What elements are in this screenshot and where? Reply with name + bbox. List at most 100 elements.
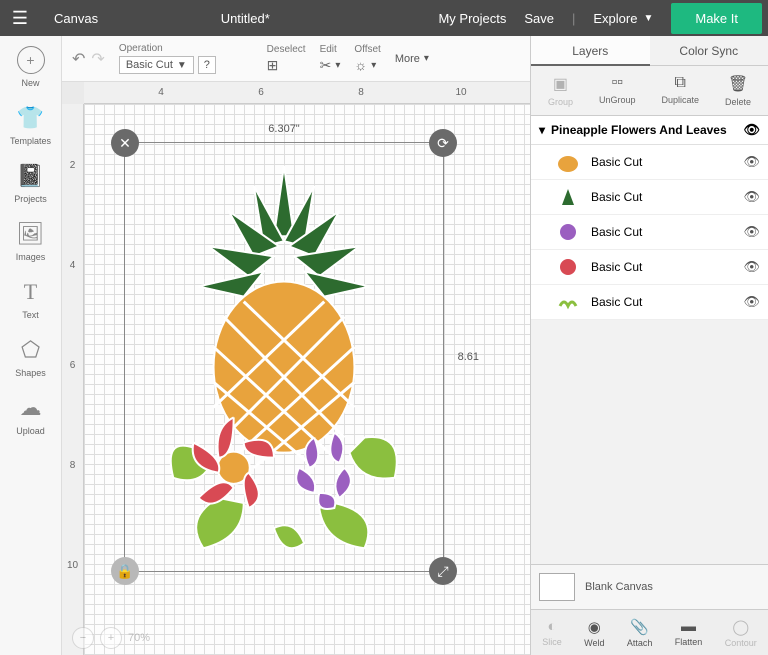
undo-button[interactable]: ↶ — [72, 49, 85, 69]
explore-dropdown[interactable]: Explore ▼ — [593, 11, 653, 26]
group-name: Pineapple Flowers And Leaves — [551, 123, 727, 137]
layer-thumb — [555, 151, 581, 173]
operation-group: Operation Basic Cut ▼ ? — [119, 43, 216, 74]
visibility-toggle[interactable]: 👁 — [743, 154, 760, 170]
sidebar-item-templates[interactable]: 👕 Templates — [10, 104, 51, 146]
sidebar-item-images[interactable]: 🖼 Images — [16, 220, 46, 262]
weld-button[interactable]: ◉Weld — [584, 618, 604, 648]
ungroup-icon: ▫▫ — [612, 74, 623, 92]
sidebar-item-upload[interactable]: ☁ Upload — [16, 394, 45, 436]
slice-button[interactable]: ◐ Slice — [542, 618, 562, 647]
sidebar-item-shapes[interactable]: ⬠ Shapes — [15, 336, 46, 378]
selection-width: 6.307" — [268, 123, 299, 135]
duplicate-button[interactable]: ⧉Duplicate — [661, 74, 699, 107]
right-tabs: Layers Color Sync — [531, 36, 768, 66]
layer-label: Basic Cut — [591, 260, 642, 274]
group-button[interactable]: ▣Group — [548, 74, 573, 107]
action-label: UnGroup — [599, 95, 636, 105]
ruler-vertical: 2 4 6 8 10 — [62, 104, 84, 655]
ruler-tick: 4 — [136, 82, 186, 103]
menu-icon[interactable]: ☰ — [0, 8, 40, 29]
visibility-toggle[interactable]: 👁 — [743, 122, 760, 138]
duplicate-icon: ⧉ — [675, 74, 686, 92]
tab-color-sync[interactable]: Color Sync — [650, 36, 768, 66]
notebook-icon: 📓 — [16, 162, 44, 190]
operation-select[interactable]: Basic Cut ▼ — [119, 56, 194, 74]
text-icon: T — [17, 278, 45, 306]
sun-icon: ☼ — [354, 57, 367, 73]
ruler-tick: 8 — [336, 82, 386, 103]
app-name: Canvas — [40, 11, 112, 26]
offset-group[interactable]: Offset ☼ ▾ — [354, 44, 381, 73]
document-title[interactable]: Untitled* — [112, 11, 438, 26]
ruler-tick: 8 — [62, 440, 83, 490]
sidebar-item-label: Text — [22, 310, 39, 320]
ruler-tick: 4 — [62, 240, 83, 290]
flatten-button[interactable]: ▬Flatten — [675, 618, 703, 647]
zoom-out-button[interactable]: − — [72, 627, 94, 649]
zoom-controls: − + 70% — [72, 627, 150, 649]
layer-group-header[interactable]: ▾ Pineapple Flowers And Leaves 👁 — [531, 116, 768, 145]
zoom-in-button[interactable]: + — [100, 627, 122, 649]
layer-actions: ▣Group ▫▫ UnGroup ⧉Duplicate 🗑 Delete — [531, 66, 768, 116]
canvas-color-picker[interactable]: Blank Canvas — [531, 564, 768, 609]
attach-button[interactable]: 📎Attach — [627, 618, 653, 648]
trash-icon: 🗑 — [728, 74, 748, 94]
sidebar-item-text[interactable]: T Text — [17, 278, 45, 320]
action-label: Weld — [584, 638, 604, 648]
more-dropdown[interactable]: More ▾ — [395, 53, 429, 65]
attach-icon: 📎 — [630, 618, 649, 636]
sidebar-item-label: Images — [16, 252, 46, 262]
sidebar-item-label: Templates — [10, 136, 51, 146]
offset-label: Offset — [354, 44, 381, 55]
selection-box[interactable]: 6.307" 8.61 ✕ ⟳ 🔒 ⤢ — [124, 142, 444, 572]
help-button[interactable]: ? — [198, 56, 216, 74]
ruler-tick: 10 — [436, 82, 486, 103]
ruler-tick: 6 — [236, 82, 286, 103]
action-label: Delete — [725, 97, 751, 107]
chevron-down-icon: ▼ — [643, 13, 653, 24]
deselect-label: Deselect — [267, 44, 306, 55]
main: + New 👕 Templates 📓 Projects 🖼 Images T … — [0, 36, 768, 655]
swatch-icon — [539, 573, 575, 601]
contour-button[interactable]: ◯Contour — [725, 618, 757, 648]
ruler-tick: 6 — [62, 340, 83, 390]
redo-button[interactable]: ↷ — [91, 49, 104, 69]
slice-icon: ◐ — [547, 618, 556, 635]
layer-item[interactable]: Basic Cut 👁 — [531, 180, 768, 215]
visibility-toggle[interactable]: 👁 — [743, 294, 760, 310]
layer-thumb — [555, 256, 581, 278]
action-label: Slice — [542, 637, 562, 647]
layer-thumb — [555, 291, 581, 313]
divider: | — [572, 11, 575, 26]
sidebar-item-label: Shapes — [15, 368, 46, 378]
edit-group[interactable]: Edit ✂▾ — [320, 44, 341, 74]
left-sidebar: + New 👕 Templates 📓 Projects 🖼 Images T … — [0, 36, 62, 655]
tab-layers[interactable]: Layers — [531, 36, 650, 66]
visibility-toggle[interactable]: 👁 — [743, 259, 760, 275]
canvas-wrap[interactable]: 4 6 8 10 2 4 6 8 10 — [62, 82, 530, 655]
layer-item[interactable]: Basic Cut 👁 — [531, 285, 768, 320]
right-panel: Layers Color Sync ▣Group ▫▫ UnGroup ⧉Dupl… — [530, 36, 768, 655]
undo-redo: ↶ ↷ — [72, 49, 105, 69]
chevron-down-icon: ▾ — [424, 53, 429, 64]
deselect-group[interactable]: Deselect ⊞ — [267, 44, 306, 74]
sidebar-item-label: Upload — [16, 426, 45, 436]
layer-label: Basic Cut — [591, 155, 642, 169]
sidebar-item-new[interactable]: + New — [17, 46, 45, 88]
my-projects-link[interactable]: My Projects — [438, 11, 506, 26]
ungroup-button[interactable]: ▫▫ UnGroup — [599, 74, 636, 107]
more-label: More — [395, 53, 420, 65]
delete-button[interactable]: 🗑 Delete — [725, 74, 751, 107]
layer-item[interactable]: Basic Cut 👁 — [531, 250, 768, 285]
layer-item[interactable]: Basic Cut 👁 — [531, 215, 768, 250]
save-button[interactable]: Save — [524, 11, 554, 26]
chevron-down-icon: ▾ — [371, 60, 376, 71]
make-it-button[interactable]: Make It — [671, 3, 762, 34]
visibility-toggle[interactable]: 👁 — [743, 189, 760, 205]
visibility-toggle[interactable]: 👁 — [743, 224, 760, 240]
layer-item[interactable]: Basic Cut 👁 — [531, 145, 768, 180]
sidebar-item-projects[interactable]: 📓 Projects — [14, 162, 47, 204]
artwork[interactable] — [133, 151, 435, 563]
shapes-icon: ⬠ — [17, 336, 45, 364]
